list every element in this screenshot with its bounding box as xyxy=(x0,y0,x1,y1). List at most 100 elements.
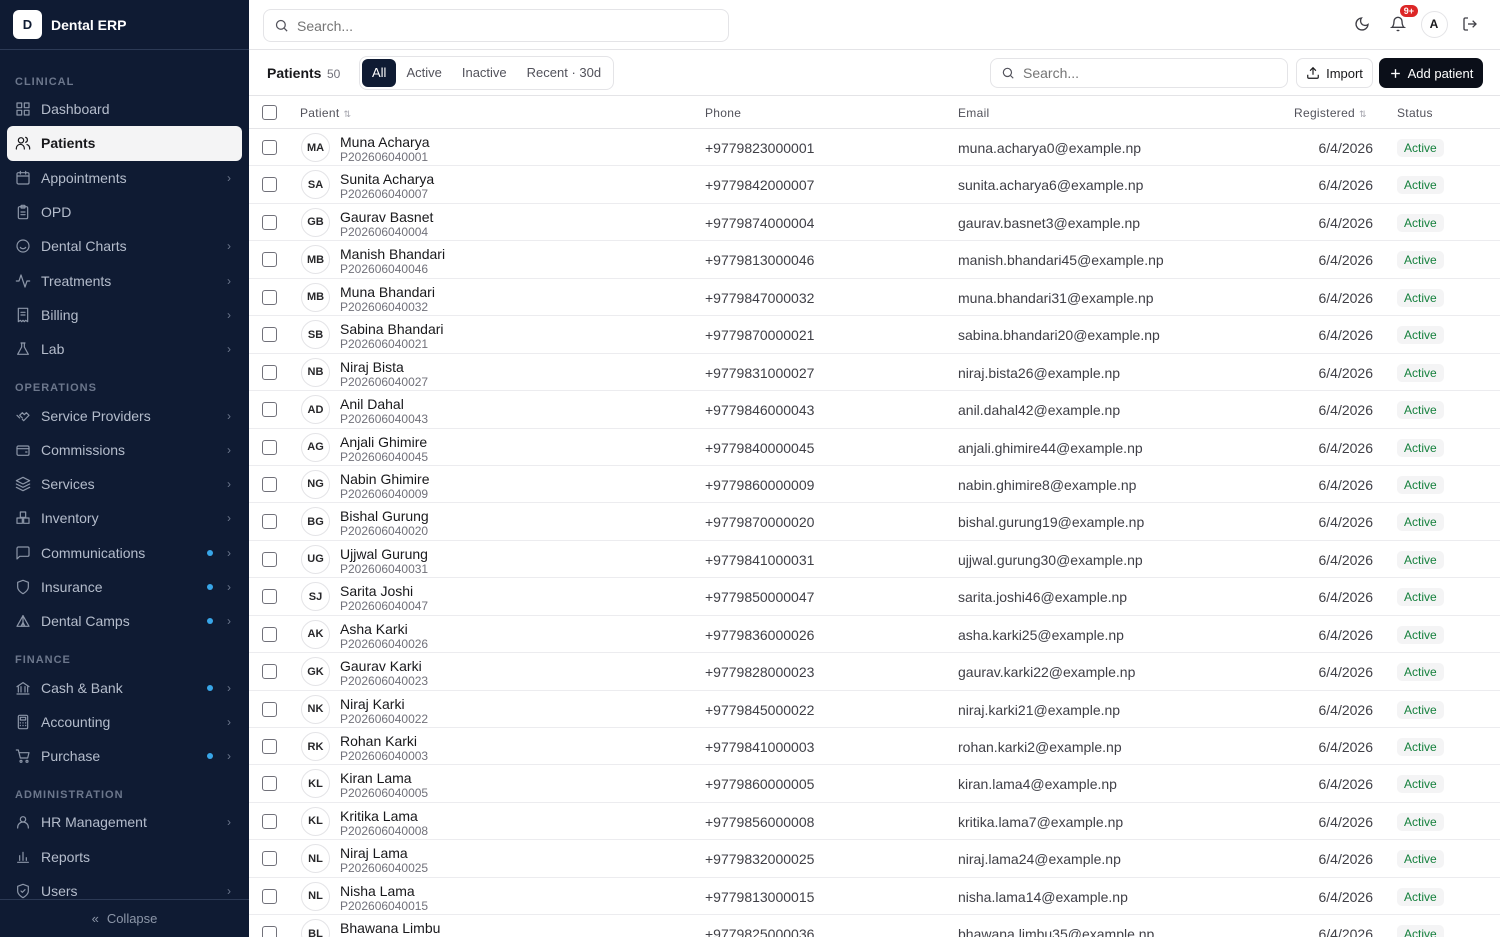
select-all-checkbox[interactable] xyxy=(262,105,277,120)
table-row[interactable]: MA Muna Acharya P202606040001 +977982300000… xyxy=(249,129,1500,167)
patient-name[interactable]: Gaurav Karki xyxy=(340,658,422,674)
user-menu-button[interactable]: A xyxy=(1420,10,1448,38)
row-checkbox[interactable] xyxy=(262,851,277,867)
sidebar-item-insurance[interactable]: Insurance › xyxy=(0,570,249,604)
patient-name[interactable]: Gaurav Basnet xyxy=(340,209,433,225)
row-checkbox[interactable] xyxy=(262,701,277,717)
sidebar-item-lab[interactable]: Lab › xyxy=(0,332,249,366)
sidebar-item-cash-bank[interactable]: Cash & Bank › xyxy=(0,670,249,704)
patient-name[interactable]: Muna Acharya xyxy=(340,134,430,150)
sidebar-item-commissions[interactable]: Commissions › xyxy=(0,433,249,467)
row-checkbox[interactable] xyxy=(262,776,277,792)
table-row[interactable]: UG Ujjwal Gurung P202606040031 +97798410000… xyxy=(249,541,1500,579)
patient-name[interactable]: Nabin Ghimire xyxy=(340,471,429,487)
patient-name[interactable]: Asha Karki xyxy=(340,621,408,637)
patient-name[interactable]: Manish Bhandari xyxy=(340,246,445,262)
sidebar-item-service-providers[interactable]: Service Providers › xyxy=(0,398,249,432)
sidebar-item-hr-management[interactable]: HR Management › xyxy=(0,805,249,839)
tab-all[interactable]: All xyxy=(362,59,397,87)
patient-name[interactable]: Nisha Lama xyxy=(340,883,415,899)
brand[interactable]: D Dental ERP xyxy=(0,0,249,50)
table-row[interactable]: AK Asha Karki P202606040026 +9779836000026 a… xyxy=(249,616,1500,654)
row-checkbox[interactable] xyxy=(262,739,277,754)
patient-name[interactable]: Sarita Joshi xyxy=(340,583,413,599)
row-checkbox[interactable] xyxy=(262,514,277,530)
row-checkbox[interactable] xyxy=(262,140,277,155)
row-checkbox[interactable] xyxy=(262,476,277,492)
sidebar-item-opd[interactable]: OPD xyxy=(0,195,249,229)
patient-name[interactable]: Niraj Lama xyxy=(340,845,408,861)
tab-inactive[interactable]: Inactive xyxy=(452,59,517,87)
global-search[interactable] xyxy=(263,9,729,42)
column-registered[interactable]: Registered ⇅ xyxy=(1294,106,1367,120)
table-row[interactable]: SB Sabina Bhandari P202606040021 +977987000… xyxy=(249,316,1500,354)
sidebar-item-dental-camps[interactable]: Dental Camps › xyxy=(0,604,249,638)
collapse-button[interactable]: « Collapse xyxy=(0,899,249,937)
table-row[interactable]: KL Kiran Lama P202606040005 +9779860000005 k… xyxy=(249,765,1500,803)
table-row[interactable]: RK Rohan Karki P202606040003 +9779841000003… xyxy=(249,728,1500,766)
patient-name[interactable]: Niraj Karki xyxy=(340,696,405,712)
theme-toggle-button[interactable] xyxy=(1348,10,1376,38)
tab-active[interactable]: Active xyxy=(396,59,451,87)
patient-name[interactable]: Anil Dahal xyxy=(340,396,404,412)
table-row[interactable]: MB Muna Bhandari P202606040032 +97798470000… xyxy=(249,279,1500,317)
sidebar-item-treatments[interactable]: Treatments › xyxy=(0,263,249,297)
sidebar-item-dashboard[interactable]: Dashboard xyxy=(0,92,249,126)
sidebar-item-purchase[interactable]: Purchase › xyxy=(0,739,249,773)
table-row[interactable]: SA Sunita Acharya P202606040007 +9779842000… xyxy=(249,166,1500,204)
row-checkbox[interactable] xyxy=(262,626,277,642)
sidebar-item-services[interactable]: Services › xyxy=(0,467,249,501)
table-row[interactable]: AG Anjali Ghimire P202606040045 +9779840000… xyxy=(249,429,1500,466)
row-checkbox[interactable] xyxy=(262,551,277,567)
row-checkbox[interactable] xyxy=(262,289,277,305)
import-button[interactable]: Import xyxy=(1296,58,1373,88)
patient-name[interactable]: Niraj Bista xyxy=(340,359,404,375)
patient-name[interactable]: Sunita Acharya xyxy=(340,171,434,187)
logout-button[interactable] xyxy=(1456,10,1484,38)
table-row[interactable]: NB Niraj Bista P202606040027 +9779831000027… xyxy=(249,354,1500,392)
table-row[interactable]: GK Gaurav Karki P202606040023 +977982800002… xyxy=(249,653,1500,691)
row-checkbox[interactable] xyxy=(262,926,277,937)
patient-name[interactable]: Sabina Bhandari xyxy=(340,321,444,337)
list-search-input[interactable] xyxy=(1023,65,1281,81)
table-row[interactable]: NL Nisha Lama P202606040015 +9779813000015 n… xyxy=(249,878,1500,916)
sidebar-item-patients[interactable]: Patients xyxy=(7,126,242,161)
row-checkbox[interactable] xyxy=(262,589,277,605)
patient-name[interactable]: Kritika Lama xyxy=(340,808,418,824)
row-checkbox[interactable] xyxy=(262,327,277,343)
patient-name[interactable]: Kiran Lama xyxy=(340,770,412,786)
patient-name[interactable]: Bishal Gurung xyxy=(340,508,429,524)
table-row[interactable]: MB Manish Bhandari P202606040046 +977981300… xyxy=(249,241,1500,279)
sidebar-item-accounting[interactable]: Accounting › xyxy=(0,705,249,739)
sidebar-item-communications[interactable]: Communications › xyxy=(0,536,249,570)
table-row[interactable]: NK Niraj Karki P202606040022 +9779845000022… xyxy=(249,691,1500,728)
sidebar-item-dental-charts[interactable]: Dental Charts › xyxy=(0,229,249,263)
row-checkbox[interactable] xyxy=(262,252,277,268)
table-row[interactable]: GB Gaurav Basnet P202606040004 +97798740000… xyxy=(249,204,1500,242)
patient-name[interactable]: Anjali Ghimire xyxy=(340,434,427,450)
table-row[interactable]: AD Anil Dahal P202606040043 +9779846000043 a… xyxy=(249,391,1500,429)
sidebar-item-inventory[interactable]: Inventory › xyxy=(0,501,249,535)
sidebar-item-appointments[interactable]: Appointments › xyxy=(0,161,249,195)
notifications-button[interactable]: 9+ xyxy=(1384,5,1418,38)
column-patient[interactable]: Patient ⇅ xyxy=(300,106,351,120)
tab-recent-30d[interactable]: Recent · 30d xyxy=(517,59,611,87)
table-row[interactable]: NL Niraj Lama P202606040025 +9779832000025 n… xyxy=(249,840,1500,878)
row-checkbox[interactable] xyxy=(262,664,277,680)
patient-name[interactable]: Muna Bhandari xyxy=(340,284,435,300)
patient-name[interactable]: Rohan Karki xyxy=(340,733,417,749)
sidebar-item-billing[interactable]: Billing › xyxy=(0,298,249,332)
patient-name[interactable]: Bhawana Limbu xyxy=(340,920,440,936)
global-search-input[interactable] xyxy=(297,17,706,34)
list-search[interactable] xyxy=(990,58,1288,88)
row-checkbox[interactable] xyxy=(262,888,277,904)
table-row[interactable]: BG Bishal Gurung P202606040020 +97798700000… xyxy=(249,503,1500,541)
sidebar-item-reports[interactable]: Reports xyxy=(0,840,249,874)
row-checkbox[interactable] xyxy=(262,439,277,455)
patient-name[interactable]: Ujjwal Gurung xyxy=(340,546,428,562)
add-patient-button[interactable]: Add patient xyxy=(1379,58,1483,88)
table-row[interactable]: NG Nabin Ghimire P202606040009 +97798600000… xyxy=(249,466,1500,504)
table-row[interactable]: SJ Sarita Joshi P202606040047 +977985000004… xyxy=(249,578,1500,616)
table-row[interactable]: BLBhawana LimbuP202606040036+97798250000… xyxy=(249,915,1500,937)
row-checkbox[interactable] xyxy=(262,402,277,418)
